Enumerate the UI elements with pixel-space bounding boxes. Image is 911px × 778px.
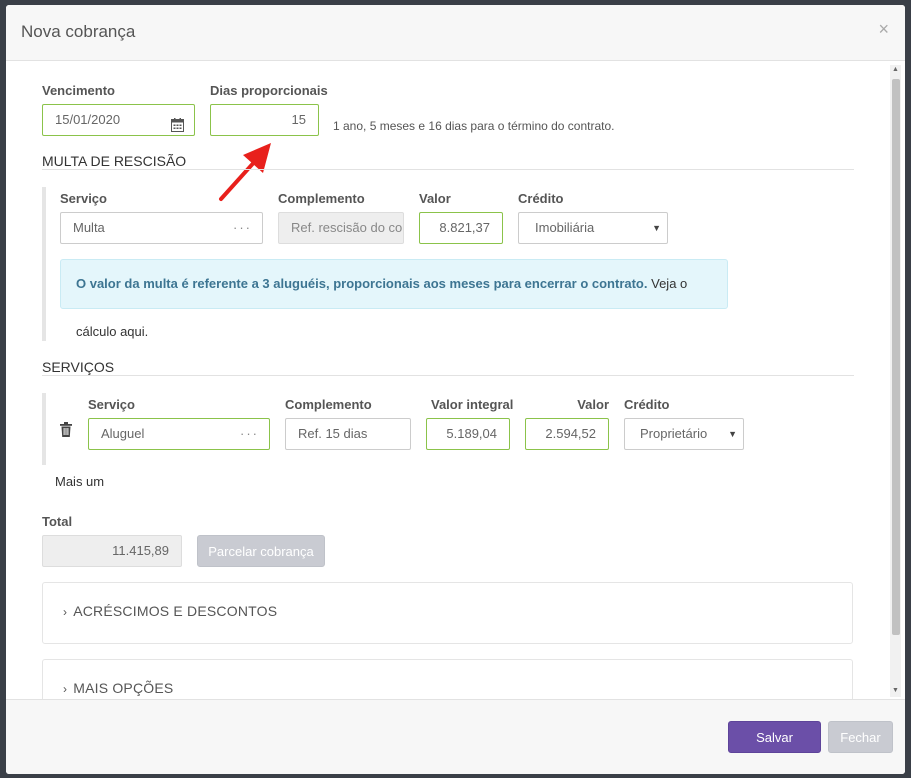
modal-title: Nova cobrança [21,22,136,41]
multa-credito-value: Imobiliária [535,220,595,235]
add-more-link[interactable]: Mais um [55,474,104,489]
complemento-input[interactable]: Ref. 15 dias [285,418,411,450]
nova-cobranca-modal: Nova cobrança × Vencimento 15/01/2020 Di… [6,5,905,774]
valor-integral-input[interactable]: 5.189,04 [426,418,510,450]
servicos-section-title: SERVIÇOS [42,359,115,375]
modal-footer: Salvar Fechar [6,699,905,774]
close-icon[interactable]: × [878,19,889,40]
credito-value: Proprietário [640,426,708,441]
multa-complemento-label: Complemento [278,191,365,206]
multa-divider [42,169,854,170]
multa-credito-label: Crédito [518,191,564,206]
multa-valor-input[interactable]: 8.821,37 [419,212,503,244]
vencimento-label: Vencimento [42,83,115,98]
servico-label: Serviço [88,397,135,412]
save-button[interactable]: Salvar [728,721,821,753]
vencimento-value: 15/01/2020 [55,112,121,127]
more-dots-icon[interactable]: ··· [240,419,259,449]
multa-info-text: O valor da multa é referente a 3 aluguéi… [76,276,648,291]
credito-select[interactable]: Proprietário ▼ [624,418,744,450]
multa-group-bar [42,187,46,341]
dropdown-caret-icon: ▼ [728,429,737,439]
scrollbar-thumb[interactable] [892,79,900,635]
multa-servico-value: Multa [73,220,105,235]
multa-section-title: MULTA DE RESCISÃO [42,153,187,169]
parcelar-cobranca-button[interactable]: Parcelar cobrança [197,535,325,567]
more-dots-icon[interactable]: ··· [233,213,252,243]
scroll-down-icon[interactable]: ▼ [892,687,899,694]
modal-header: Nova cobrança × [6,5,905,61]
valor-input[interactable]: 2.594,52 [525,418,609,450]
servicos-group-bar [42,393,46,465]
acrescimos-panel-header[interactable]: › ACRÉSCIMOS E DESCONTOS [63,603,277,619]
total-input: 11.415,89 [42,535,182,567]
mais-opcoes-panel-header[interactable]: › MAIS OPÇÕES [63,680,173,696]
total-label: Total [42,514,73,529]
trash-icon[interactable] [60,422,72,442]
contract-remaining-text: 1 ano, 5 meses e 16 dias para o término … [333,119,615,133]
dias-proporcionais-label: Dias proporcionais [210,83,328,98]
multa-servico-input[interactable]: Multa ··· [60,212,263,244]
multa-complemento-input: Ref. rescisão do contrato [278,212,404,244]
close-button[interactable]: Fechar [828,721,893,753]
multa-valor-label: Valor [419,191,451,206]
chevron-right-icon: › [63,605,68,619]
chevron-right-icon: › [63,682,68,696]
acrescimos-panel[interactable]: › ACRÉSCIMOS E DESCONTOS [42,582,853,644]
valor-label: Valor [577,397,609,412]
red-arrow-annotation [219,143,271,201]
credito-label: Crédito [624,397,670,412]
multa-info-box: O valor da multa é referente a 3 aluguéi… [60,259,728,339]
servico-input[interactable]: Aluguel ··· [88,418,270,450]
acrescimos-title: ACRÉSCIMOS E DESCONTOS [73,603,278,619]
vencimento-input[interactable]: 15/01/2020 [42,104,195,136]
mais-opcoes-title: MAIS OPÇÕES [73,680,174,696]
complemento-label: Complemento [285,397,372,412]
multa-servico-label: Serviço [60,191,107,206]
multa-credito-select[interactable]: Imobiliária ▼ [518,212,668,244]
modal-scrollbar[interactable]: ▲ ▼ [890,65,901,697]
dropdown-caret-icon: ▼ [652,223,661,233]
valor-integral-label: Valor integral [431,397,514,412]
calendar-icon[interactable] [171,113,184,135]
mais-opcoes-panel[interactable]: › MAIS OPÇÕES [42,659,853,699]
scroll-up-icon[interactable]: ▲ [892,66,899,73]
servico-value: Aluguel [101,426,145,441]
servicos-divider [42,375,854,376]
modal-body: Vencimento 15/01/2020 Dias proporcionais… [6,61,905,699]
dias-proporcionais-input[interactable]: 15 [210,104,319,136]
